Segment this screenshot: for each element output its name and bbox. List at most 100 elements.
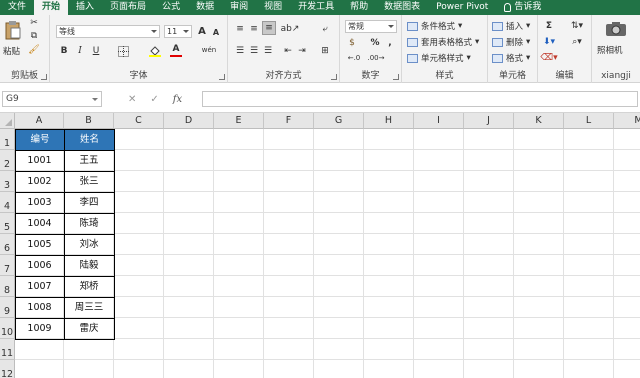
row-header-11[interactable]: 11 [0,339,15,360]
merge-center-icon[interactable]: ⊞ [318,45,332,57]
borders-icon[interactable] [116,45,130,57]
underline-button[interactable]: U [90,45,102,57]
table-cell[interactable]: 王五 [64,150,114,171]
copy-icon[interactable]: ⧉ [28,31,40,41]
insert-function-icon[interactable]: fx [173,94,182,105]
row-header-2[interactable]: 2 [0,150,15,171]
align-bottom-icon[interactable]: ≡ [262,21,276,35]
table-cell[interactable]: 1001 [15,150,64,171]
select-all-button[interactable] [0,113,15,129]
format-cells-button[interactable]: 格式 ▾ [492,52,530,64]
align-left-icon[interactable]: ☰ [234,45,246,57]
font-launcher[interactable] [219,74,225,80]
increase-indent-icon[interactable]: ⇥ [296,45,308,57]
table-cell[interactable]: 郑桥 [64,276,114,297]
row-header-1[interactable]: 1 [0,129,15,150]
fill-color-icon[interactable] [148,45,162,57]
table-cell[interactable]: 1003 [15,192,64,213]
column-header-f[interactable]: F [264,113,314,129]
camera-button[interactable]: 照相机 [597,44,623,56]
number-launcher[interactable] [393,74,399,80]
bold-button[interactable]: B [58,45,70,57]
tab-home[interactable]: 开始 [34,0,69,15]
tab-data-chart[interactable]: 数据图表 [376,0,428,15]
cancel-icon[interactable]: ✕ [128,94,136,105]
number-format-select[interactable]: 常规 [345,20,397,33]
enter-icon[interactable]: ✓ [150,94,158,105]
format-painter-icon[interactable]: 🖌 [28,45,40,55]
cell-styles-button[interactable]: 单元格样式 ▾ [407,52,471,64]
table-cell[interactable]: 雷庆 [64,318,114,339]
camera-icon[interactable] [604,20,628,38]
decrease-decimal-icon[interactable]: .00→ [367,52,385,64]
insert-cells-button[interactable]: 插入 ▾ [492,20,530,32]
delete-cells-button[interactable]: 删除 ▾ [492,36,530,48]
column-header-m[interactable]: M [614,113,640,129]
column-header-i[interactable]: I [414,113,464,129]
row-header-6[interactable]: 6 [0,234,15,255]
formula-input[interactable] [202,91,638,107]
column-header-d[interactable]: D [164,113,214,129]
table-cell[interactable]: 1004 [15,213,64,234]
row-header-7[interactable]: 7 [0,255,15,276]
column-header-e[interactable]: E [214,113,264,129]
tab-developer[interactable]: 开发工具 [290,0,342,15]
wrap-text-icon[interactable]: ⤶ [318,23,332,35]
row-header-3[interactable]: 3 [0,171,15,192]
table-cell[interactable]: 1006 [15,255,64,276]
find-select-icon[interactable]: ⌕▾ [568,36,586,48]
table-header-cell[interactable]: 姓名 [64,129,115,151]
clear-icon[interactable]: ⌫▾ [540,52,557,64]
table-cell[interactable]: 陈琦 [64,213,114,234]
row-header-12[interactable]: 12 [0,360,15,378]
decrease-indent-icon[interactable]: ⇤ [282,45,294,57]
column-header-b[interactable]: B [64,113,114,129]
column-header-k[interactable]: K [514,113,564,129]
column-header-h[interactable]: H [364,113,414,129]
table-cell[interactable]: 1005 [15,234,64,255]
table-cell[interactable]: 刘冰 [64,234,114,255]
font-size-select[interactable]: 11 [164,25,192,38]
column-header-a[interactable]: A [15,113,64,129]
tab-file[interactable]: 文件 [0,0,34,15]
tab-page-layout[interactable]: 页面布局 [102,0,154,15]
align-right-icon[interactable]: ☰ [262,45,274,57]
accounting-format-icon[interactable]: $ [345,37,359,49]
table-cell[interactable]: 李四 [64,192,114,213]
table-cell[interactable]: 周三三 [64,297,114,318]
align-top-icon[interactable]: ≡ [234,23,246,35]
table-cell[interactable]: 1008 [15,297,64,318]
row-header-4[interactable]: 4 [0,192,15,213]
column-header-c[interactable]: C [114,113,164,129]
fill-icon[interactable]: ⬇▾ [542,36,556,48]
row-header-9[interactable]: 9 [0,297,15,318]
tab-review[interactable]: 审阅 [222,0,256,15]
column-header-j[interactable]: J [464,113,514,129]
row-header-10[interactable]: 10 [0,318,15,339]
paste-button[interactable]: 粘贴 [3,45,20,57]
table-cell[interactable]: 1002 [15,171,64,192]
align-center-icon[interactable]: ☰ [248,45,260,57]
increase-decimal-icon[interactable]: ←.0 [345,52,363,64]
phonetic-icon[interactable]: wén [200,44,218,56]
paste-icon[interactable] [3,19,23,41]
comma-style-button[interactable]: , [384,37,396,49]
tab-insert[interactable]: 插入 [68,0,102,15]
table-cell[interactable]: 1009 [15,318,64,339]
tab-help[interactable]: 帮助 [342,0,376,15]
row-header-8[interactable]: 8 [0,276,15,297]
percent-style-button[interactable]: % [369,37,381,49]
italic-button[interactable]: I [74,45,86,57]
cut-icon[interactable]: ✂ [28,18,40,28]
tab-data[interactable]: 数据 [188,0,222,15]
format-as-table-button[interactable]: 套用表格格式 ▾ [407,36,479,48]
sort-filter-icon[interactable]: ⇅▾ [568,20,586,32]
worksheet-grid[interactable]: A B C D E F G H I J K L M 1 2 3 4 5 6 7 8 9 10 11 12 编号 姓名 1001 王五 10… [0,113,640,378]
alignment-launcher[interactable] [331,74,337,80]
table-cell[interactable]: 陆毅 [64,255,114,276]
column-header-g[interactable]: G [314,113,364,129]
table-cell[interactable]: 张三 [64,171,114,192]
grow-font-icon[interactable]: A [196,25,208,37]
table-cell[interactable]: 1007 [15,276,64,297]
orientation-icon[interactable]: ab↗ [281,23,300,35]
